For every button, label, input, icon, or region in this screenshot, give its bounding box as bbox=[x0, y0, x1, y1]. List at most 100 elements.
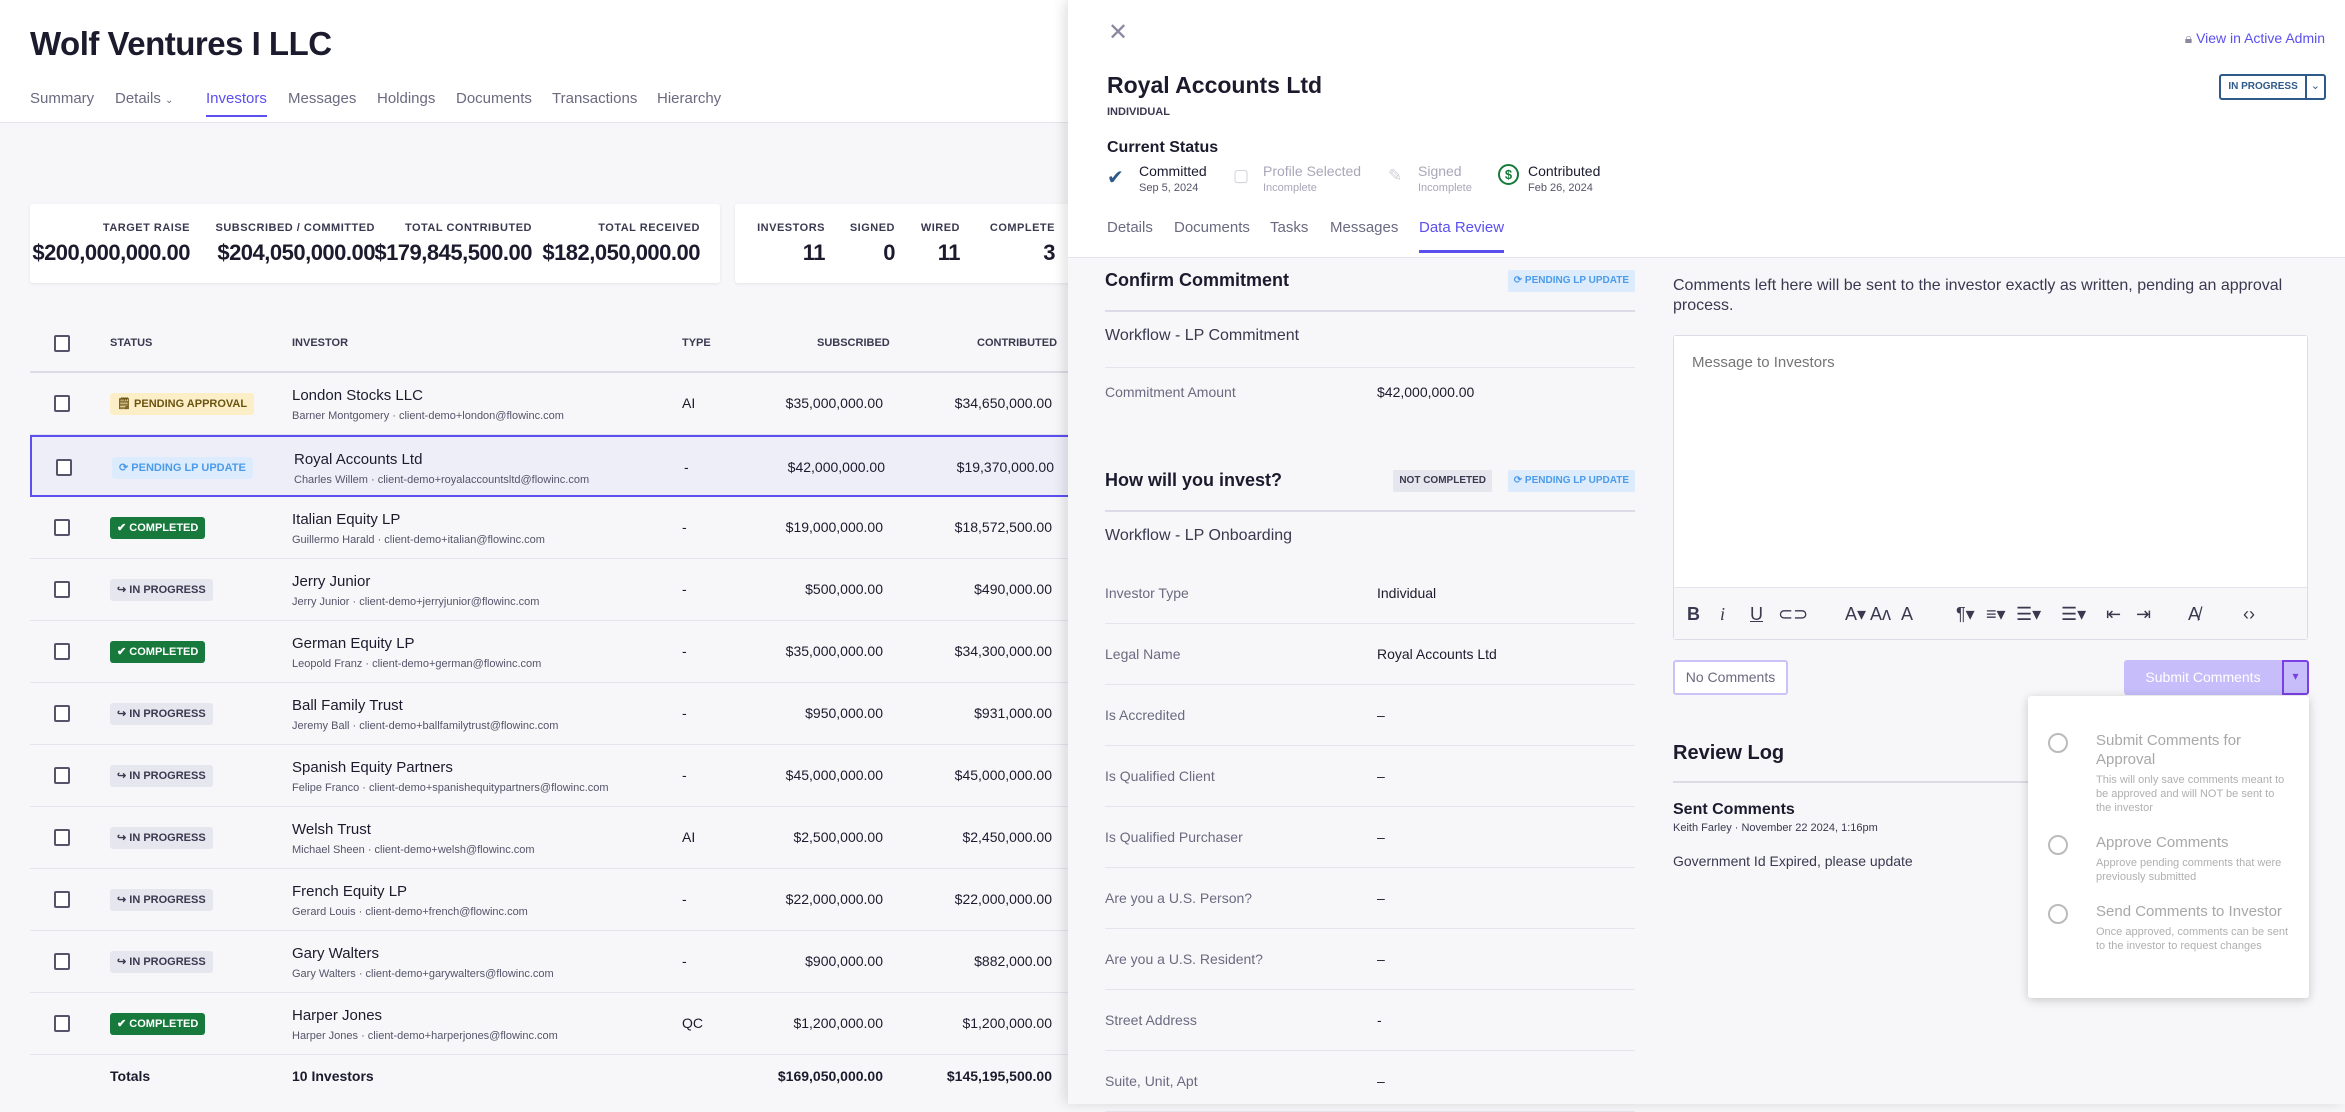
log-entry-meta: Keith Farley · November 22 2024, 1:16pm bbox=[1673, 822, 1878, 834]
outdent-icon[interactable]: ⇤ bbox=[2106, 604, 2121, 625]
row-checkbox[interactable] bbox=[54, 1015, 70, 1032]
tab-messages[interactable]: Messages bbox=[288, 90, 356, 107]
submit-comments-button[interactable]: Submit Comments bbox=[2124, 660, 2282, 695]
row-checkbox[interactable] bbox=[54, 395, 70, 412]
message-editor[interactable] bbox=[1673, 335, 2308, 640]
pending-lp-update-badge: ⟳ PENDING LP UPDATE bbox=[1507, 470, 1635, 492]
table-row[interactable]: ↪ IN PROGRESS Welsh Trust Michael Sheen … bbox=[30, 807, 1130, 869]
drawer-tab-documents[interactable]: Documents bbox=[1174, 219, 1250, 236]
row-checkbox[interactable] bbox=[54, 953, 70, 970]
paragraph-icon[interactable]: ¶▾ bbox=[1956, 604, 1975, 625]
status-icon: ↪ bbox=[117, 584, 130, 596]
investor-name[interactable]: Spanish Equity Partners bbox=[292, 759, 453, 776]
tab-summary[interactable]: Summary bbox=[30, 90, 94, 107]
font-family-icon[interactable]: Aʌ bbox=[1870, 604, 1891, 625]
tab-investors[interactable]: Investors bbox=[206, 90, 267, 117]
table-row[interactable]: ✔ COMPLETED Italian Equity LP Guillermo … bbox=[30, 497, 1130, 559]
text-color-icon[interactable]: A bbox=[1901, 604, 1913, 625]
field-label: Investor Type bbox=[1105, 585, 1189, 601]
view-in-active-admin-link[interactable]: 🔒︎ View in Active Admin bbox=[2185, 30, 2325, 47]
stat-target-raise: TARGET RAISE $200,000,000.00 bbox=[32, 222, 190, 266]
dollar-icon: $ bbox=[1498, 164, 1519, 185]
tab-details[interactable]: Details ⌄ bbox=[115, 90, 173, 107]
row-checkbox[interactable] bbox=[54, 767, 70, 784]
align-icon[interactable]: ≡▾ bbox=[1986, 604, 2006, 625]
row-checkbox[interactable] bbox=[54, 643, 70, 660]
no-comments-button[interactable]: No Comments bbox=[1673, 660, 1788, 695]
data-field: Are you a U.S. Person? – bbox=[1105, 868, 1635, 929]
field-label: Are you a U.S. Resident? bbox=[1105, 951, 1263, 967]
drawer-tab-data-review[interactable]: Data Review bbox=[1419, 219, 1505, 253]
row-checkbox[interactable] bbox=[54, 581, 70, 598]
drawer-tab-tasks[interactable]: Tasks bbox=[1270, 219, 1308, 236]
investor-name[interactable]: Ball Family Trust bbox=[292, 697, 403, 714]
header-contributed[interactable]: CONTRIBUTED bbox=[977, 337, 1057, 349]
table-row[interactable]: ↪ IN PROGRESS Ball Family Trust Jeremy B… bbox=[30, 683, 1130, 745]
row-checkbox[interactable] bbox=[54, 891, 70, 908]
header-status[interactable]: STATUS bbox=[110, 337, 152, 349]
row-checkbox[interactable] bbox=[54, 829, 70, 846]
tab-transactions[interactable]: Transactions bbox=[552, 90, 637, 107]
table-row[interactable]: ↪ IN PROGRESS Jerry Junior Jerry Junior … bbox=[30, 559, 1130, 621]
table-row[interactable]: ↪ IN PROGRESS Spanish Equity Partners Fe… bbox=[30, 745, 1130, 807]
row-checkbox[interactable] bbox=[56, 459, 72, 476]
radio-icon[interactable] bbox=[2048, 904, 2068, 924]
header-investor[interactable]: INVESTOR bbox=[292, 337, 348, 349]
totals-label: Totals bbox=[110, 1068, 151, 1084]
status-dropdown[interactable]: IN PROGRESS ⌄ bbox=[2219, 74, 2326, 100]
workflow-lp-onboarding: Workflow - LP Onboarding bbox=[1105, 512, 1635, 568]
submit-options-chevron-icon[interactable]: ▾ bbox=[2282, 660, 2309, 695]
underline-icon[interactable]: U bbox=[1750, 604, 1763, 625]
investor-name[interactable]: French Equity LP bbox=[292, 883, 407, 900]
status-label: IN PROGRESS bbox=[129, 894, 206, 906]
unordered-list-icon[interactable]: ☰▾ bbox=[2061, 604, 2086, 625]
investor-name[interactable]: Welsh Trust bbox=[292, 821, 371, 838]
investor-name[interactable]: German Equity LP bbox=[292, 635, 415, 652]
status-label: IN PROGRESS bbox=[129, 956, 206, 968]
drawer-tab-details[interactable]: Details bbox=[1107, 219, 1153, 236]
link-icon[interactable]: ⊂⊃ bbox=[1778, 604, 1808, 625]
stat-value: $179,845,500.00 bbox=[374, 240, 532, 265]
table-row[interactable]: 🗒︎ PENDING APPROVAL London Stocks LLC Ba… bbox=[30, 373, 1130, 435]
table-row[interactable]: ⟳ PENDING LP UPDATE Royal Accounts Ltd C… bbox=[30, 435, 1130, 497]
message-input[interactable] bbox=[1674, 336, 2307, 586]
header-type[interactable]: TYPE bbox=[682, 337, 711, 349]
field-commitment-amount: Commitment Amount $42,000,000.00 bbox=[1105, 362, 1635, 423]
investor-name[interactable]: London Stocks LLC bbox=[292, 387, 423, 404]
indent-icon[interactable]: ⇥ bbox=[2136, 604, 2151, 625]
table-row[interactable]: ✔ COMPLETED German Equity LP Leopold Fra… bbox=[30, 621, 1130, 683]
lock-icon: 🔒︎ bbox=[2184, 30, 2193, 46]
radio-icon[interactable] bbox=[2048, 733, 2068, 753]
select-all-checkbox[interactable] bbox=[54, 335, 70, 352]
row-checkbox[interactable] bbox=[54, 705, 70, 722]
investor-name[interactable]: Royal Accounts Ltd bbox=[294, 451, 422, 468]
chevron-down-icon: ⌄ bbox=[165, 95, 174, 106]
tab-documents[interactable]: Documents bbox=[456, 90, 532, 107]
bold-icon[interactable]: B bbox=[1687, 604, 1700, 625]
radio-icon[interactable] bbox=[2048, 835, 2068, 855]
table-row[interactable]: ✔ COMPLETED Harper Jones Harper Jones · … bbox=[30, 993, 1130, 1055]
code-view-icon[interactable]: ‹› bbox=[2243, 604, 2255, 625]
link-label: View in Active Admin bbox=[2196, 30, 2325, 46]
investor-name[interactable]: Jerry Junior bbox=[292, 573, 370, 590]
header-subscribed[interactable]: SUBSCRIBED bbox=[817, 337, 890, 349]
ordered-list-icon[interactable]: ☰▾ bbox=[2016, 604, 2041, 625]
investor-name[interactable]: Harper Jones bbox=[292, 1007, 382, 1024]
table-row[interactable]: ↪ IN PROGRESS Gary Walters Gary Walters … bbox=[30, 931, 1130, 993]
investor-name[interactable]: Gary Walters bbox=[292, 945, 379, 962]
field-value: – bbox=[1377, 890, 1385, 906]
italic-icon[interactable]: i bbox=[1720, 604, 1725, 625]
drawer-tab-messages[interactable]: Messages bbox=[1330, 219, 1398, 236]
status-badge: 🗒︎ PENDING APPROVAL bbox=[110, 393, 255, 415]
row-checkbox[interactable] bbox=[54, 519, 70, 536]
totals-contributed: $145,195,500.00 bbox=[946, 1068, 1052, 1084]
tab-hierarchy[interactable]: Hierarchy bbox=[657, 90, 721, 107]
font-size-icon[interactable]: A▾ bbox=[1845, 604, 1866, 625]
clear-format-icon[interactable]: A̸ bbox=[2188, 604, 2200, 625]
tab-holdings[interactable]: Holdings bbox=[377, 90, 435, 107]
close-icon[interactable]: ✕ bbox=[1108, 18, 1128, 47]
table-row[interactable]: ↪ IN PROGRESS French Equity LP Gerard Lo… bbox=[30, 869, 1130, 931]
investor-name[interactable]: Italian Equity LP bbox=[292, 511, 400, 528]
status-icon: ↪ bbox=[117, 894, 130, 906]
data-field: Are you a U.S. Resident? – bbox=[1105, 929, 1635, 990]
